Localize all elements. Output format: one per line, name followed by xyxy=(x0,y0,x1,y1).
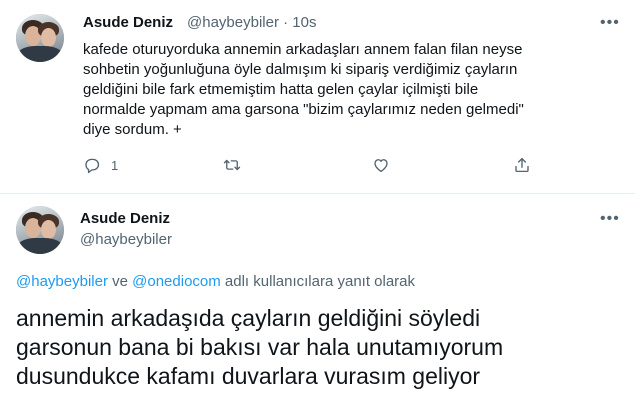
reply-count: 1 xyxy=(111,157,119,173)
tweet-text: kafede oturuyorduka annemin arkadaşları … xyxy=(83,41,524,138)
reply-text: annemin arkadaşıda çayların geldiğini sö… xyxy=(16,305,504,389)
replying-suffix: adlı kullanıcılara yanıt olarak xyxy=(220,273,416,290)
author-name[interactable]: Asude Deniz xyxy=(83,14,173,31)
author-handle[interactable]: @haybeybiler xyxy=(80,231,172,248)
more-horizontal-icon[interactable]: ••• xyxy=(600,210,620,228)
avatar[interactable] xyxy=(16,206,64,254)
replying-to: @haybeybiler ve @onediocom adlı kullanıc… xyxy=(16,273,415,290)
reply-button[interactable]: 1 xyxy=(83,156,118,174)
retweet-icon xyxy=(223,159,241,171)
author-handle[interactable]: @haybeybiler xyxy=(187,14,279,31)
tweet-actions: 1 xyxy=(83,156,603,178)
avatar[interactable] xyxy=(16,14,64,62)
tweet-timestamp[interactable]: 10s xyxy=(292,14,316,31)
author-name[interactable]: Asude Deniz xyxy=(80,210,170,227)
mention-link[interactable]: @haybeybiler xyxy=(16,273,108,290)
retweet-button[interactable] xyxy=(223,156,241,174)
divider xyxy=(0,193,635,194)
mention-link[interactable]: @onediocom xyxy=(132,273,221,290)
like-button[interactable] xyxy=(372,156,390,174)
heart-icon xyxy=(374,159,388,173)
reply-icon xyxy=(85,158,100,174)
more-horizontal-icon[interactable]: ••• xyxy=(600,14,620,32)
share-icon xyxy=(515,157,529,173)
share-button[interactable] xyxy=(513,156,531,174)
meta-separator: · xyxy=(283,14,289,31)
tweet[interactable]: Asude Deniz @haybeybiler · 10s ••• kafed… xyxy=(0,0,635,193)
replying-and: ve xyxy=(107,273,133,290)
tweet-meta: @haybeybiler · 10s xyxy=(187,14,316,31)
